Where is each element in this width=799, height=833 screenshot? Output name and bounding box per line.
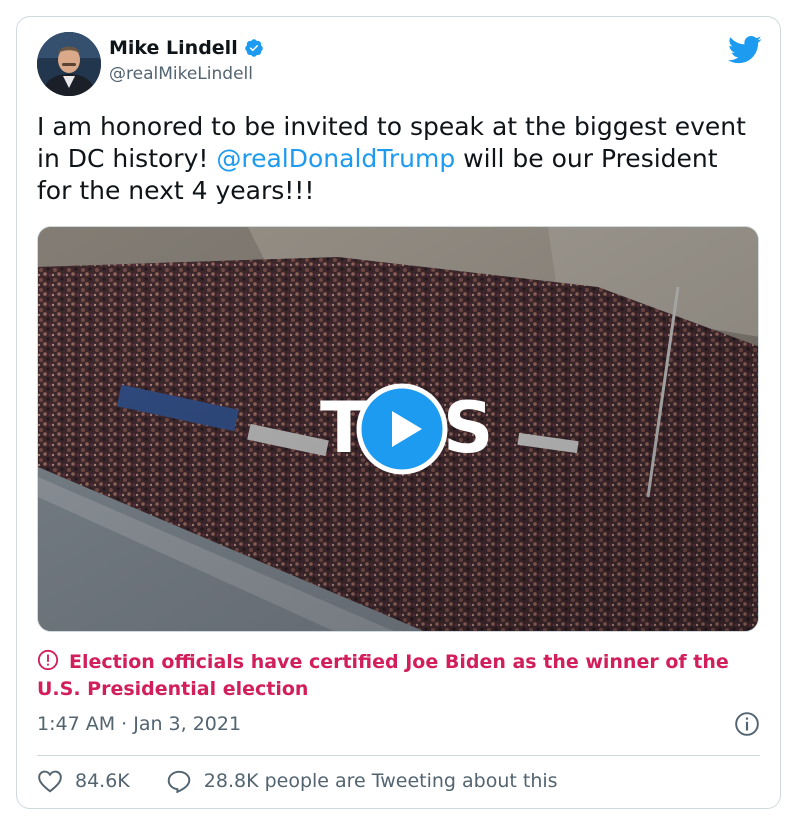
like-button[interactable]: 84.6K bbox=[37, 769, 130, 793]
timestamp[interactable]: 1:47 AM · Jan 3, 2021 bbox=[37, 713, 241, 735]
reply-button[interactable]: 28.8K people are Tweeting about this bbox=[166, 769, 558, 793]
tweet-text: I am honored to be invited to speak at t… bbox=[37, 111, 757, 207]
mention-link[interactable]: @realDonaldTrump bbox=[216, 144, 455, 173]
warning-text: Election officials have certified Joe Bi… bbox=[37, 651, 729, 700]
election-warning[interactable]: Election officials have certified Joe Bi… bbox=[37, 649, 763, 703]
divider bbox=[37, 755, 760, 756]
overlay-text-right: S bbox=[443, 387, 493, 469]
author-name[interactable]: Mike Lindell bbox=[109, 37, 238, 59]
reply-bubble-icon bbox=[167, 770, 191, 793]
tweeting-count: 28.8K people are Tweeting about this bbox=[203, 770, 558, 792]
tweet-card: Mike Lindell @realMikeLindell I am honor… bbox=[16, 16, 781, 809]
play-icon[interactable] bbox=[356, 383, 448, 475]
avatar[interactable] bbox=[37, 32, 101, 96]
twitter-bird-icon[interactable] bbox=[728, 35, 762, 65]
like-count: 84.6K bbox=[75, 770, 130, 792]
action-bar: 84.6K 28.8K people are Tweeting about th… bbox=[37, 769, 558, 793]
warning-icon bbox=[37, 649, 59, 671]
info-icon[interactable] bbox=[734, 711, 760, 737]
author-handle[interactable]: @realMikeLindell bbox=[109, 64, 253, 84]
heart-icon bbox=[38, 770, 62, 793]
video-thumbnail[interactable]: T S bbox=[37, 226, 759, 632]
verified-badge-icon bbox=[244, 39, 263, 57]
